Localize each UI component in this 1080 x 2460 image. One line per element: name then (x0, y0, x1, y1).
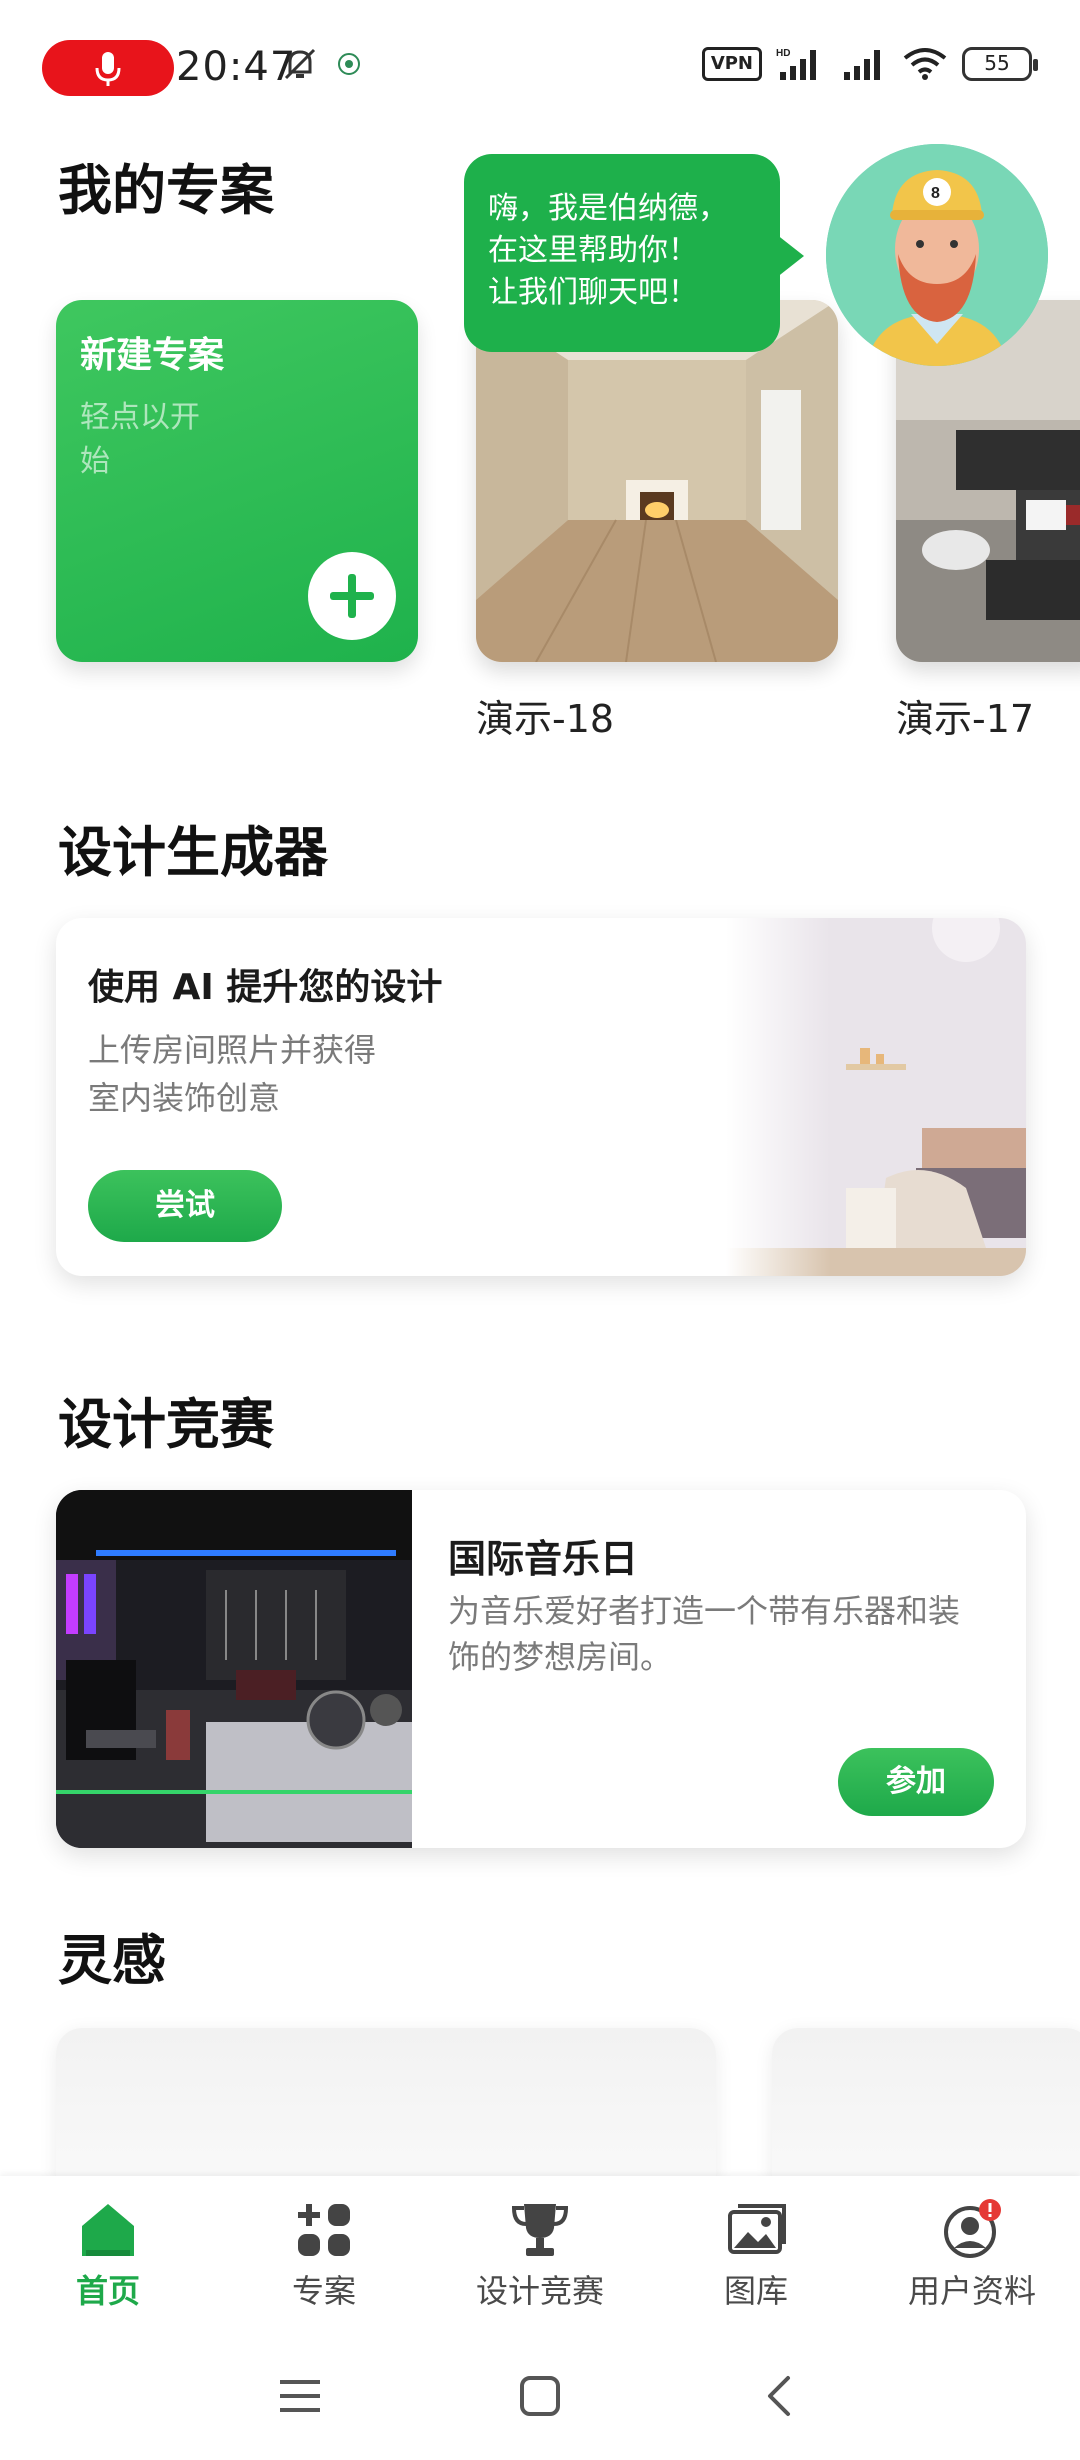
generator-card-description: 上传房间照片并获得 室内装饰创意 (88, 1026, 376, 1122)
contest-card-title: 国际音乐日 (448, 1537, 639, 1581)
join-button[interactable]: 参加 (838, 1748, 994, 1816)
recording-indicator[interactable] (42, 40, 174, 96)
section-title-generator: 设计生成器 (58, 821, 328, 884)
contest-music-room-image (56, 1490, 412, 1848)
user-profile-icon (944, 2199, 1001, 2258)
assistant-avatar[interactable]: 8 (826, 144, 1048, 366)
new-project-hint: 轻点以开始 (80, 400, 200, 479)
nav-item-contest[interactable]: 设计竞赛 (432, 2198, 648, 2312)
system-navigation-bar (0, 2330, 1080, 2460)
new-project-title: 新建专案 (80, 335, 225, 376)
generator-card-title: 使用 AI 提升您的设计 (88, 967, 443, 1008)
mic-icon (95, 52, 121, 86)
assistant-avatar-illustration: 8 (826, 144, 1048, 366)
chat-line: 在这里帮助你！ (488, 233, 698, 268)
vpn-badge: VPN (701, 47, 762, 81)
bell-muted-icon (284, 48, 316, 80)
home-square-icon[interactable] (516, 2374, 564, 2418)
nav-label: 设计竞赛 (475, 2272, 604, 2310)
gallery-icon (728, 2204, 786, 2254)
nav-item-home[interactable]: 首页 (0, 2198, 216, 2312)
home-icon (82, 2204, 134, 2256)
generator-desc-line: 室内装饰创意 (88, 1079, 281, 1117)
ai-generator-card[interactable]: 使用 AI 提升您的设计 上传房间照片并获得 室内装饰创意 尝试 (56, 918, 1026, 1276)
status-time: 20:47 (176, 44, 297, 90)
nav-label: 专案 (291, 2272, 356, 2310)
section-title-projects: 我的专案 (58, 159, 274, 222)
demo-project-label: 演示-17 (896, 697, 1035, 741)
chat-line: 嗨，我是伯纳德， (488, 191, 728, 226)
try-button[interactable]: 尝试 (88, 1170, 282, 1242)
wifi-icon (903, 48, 947, 80)
svg-text:8: 8 (931, 185, 940, 202)
section-title-contest: 设计竞赛 (58, 1393, 274, 1456)
menu-icon[interactable] (276, 2374, 324, 2418)
new-project-card[interactable]: 新建专案 轻点以开始 (56, 300, 418, 662)
contest-card-description: 为音乐爱好者打造一个带有乐器和装饰的梦想房间。 (448, 1592, 961, 1676)
battery-icon: 55 (962, 47, 1038, 81)
trophy-icon (511, 2204, 569, 2256)
add-project-button[interactable] (308, 552, 396, 640)
nav-label: 首页 (75, 2272, 140, 2310)
assistant-chat-bubble[interactable]: 嗨，我是伯纳德， 在这里帮助你！ 让我们聊天吧！ (464, 154, 804, 352)
generator-desc-line: 上传房间照片并获得 (88, 1031, 377, 1069)
demo-project-label: 演示-18 (476, 697, 615, 741)
projects-grid-icon (298, 2204, 350, 2256)
nav-item-projects[interactable]: 专案 (216, 2198, 432, 2312)
signal-icon-2 (844, 50, 880, 80)
bottom-navigation: 首页 专案 设计竞赛 图库 用户资料 (0, 2176, 1080, 2330)
nav-label: 图库 (723, 2272, 788, 2310)
back-icon[interactable] (756, 2374, 804, 2418)
generator-bedroom-image (726, 918, 1026, 1276)
signal-icon: HD (776, 48, 816, 80)
app-notification-icon (338, 53, 360, 75)
contest-card[interactable]: 国际音乐日 为音乐爱好者打造一个带有乐器和装饰的梦想房间。 参加 (56, 1490, 1026, 1848)
status-bar: 20:47 VPN HD 55 (0, 0, 1080, 130)
nav-item-gallery[interactable]: 图库 (648, 2198, 864, 2312)
section-title-inspiration: 灵感 (58, 1929, 166, 1992)
nav-label: 用户资料 (907, 2272, 1036, 2310)
demo-project-card-18[interactable] (476, 300, 838, 662)
chat-line: 让我们聊天吧！ (488, 275, 698, 310)
svg-text:HD: HD (776, 48, 790, 59)
nav-item-profile[interactable]: 用户资料 (864, 2198, 1080, 2312)
demo-thumbnail-fireplace-room (476, 300, 838, 662)
